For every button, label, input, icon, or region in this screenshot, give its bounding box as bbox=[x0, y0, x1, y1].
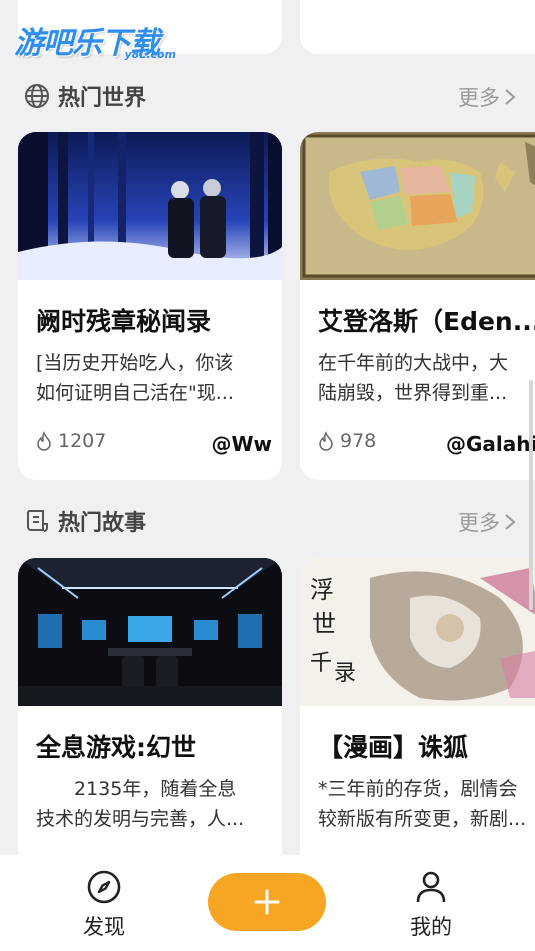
desc-line: 陆崩毁，世界得到重... bbox=[318, 382, 508, 404]
svg-text:浮: 浮 bbox=[310, 576, 334, 604]
heat-count: 978 bbox=[318, 430, 376, 452]
user-icon bbox=[416, 871, 446, 903]
card-title: 全息游戏:幻世 bbox=[36, 733, 196, 762]
card-description: 2135年，随着全息 技术的发明与完善，人... bbox=[36, 774, 266, 834]
more-worlds-link[interactable]: 更多 bbox=[458, 82, 516, 112]
tab-label: 我的 bbox=[410, 915, 452, 939]
more-label: 更多 bbox=[458, 511, 500, 535]
card-description: [当历史开始吃人，你该 如何证明自己活在"现... bbox=[36, 348, 266, 408]
tab-mine[interactable]: 我的 bbox=[391, 869, 471, 941]
compass-icon bbox=[87, 870, 121, 904]
card-description: *三年前的存货，剧情会 较新版有所变更，新剧... bbox=[318, 774, 535, 834]
section-title: 热门故事 bbox=[58, 511, 147, 536]
tab-discover[interactable]: 发现 bbox=[64, 869, 144, 941]
scroll-book-icon bbox=[26, 510, 48, 532]
bottom-tab-bar: 发现 我的 bbox=[0, 855, 535, 951]
world-card[interactable]: 艾登洛斯（Eden... 在千年前的大战中，大 陆崩毁，世界得到重... 978… bbox=[300, 132, 535, 480]
desc-line: 2135年，随着全息 bbox=[36, 778, 237, 800]
scifi-room-image bbox=[18, 558, 282, 706]
flame-icon bbox=[37, 431, 51, 451]
heat-value: 1207 bbox=[58, 430, 107, 452]
section-hot-worlds: 热门世界 更多 bbox=[24, 80, 524, 112]
world-card[interactable]: 阙时残章秘闻录 [当历史开始吃人，你该 如何证明自己活在"现... 1207 @… bbox=[18, 132, 282, 480]
chevron-right-icon bbox=[505, 514, 516, 530]
discover-page: 游吧乐下载 y8L.com 热门世界 更多 阙时残章秘闻录 [当历史开始吃人，你… bbox=[0, 0, 535, 951]
logo-sub: y8L.com bbox=[124, 48, 176, 61]
card-title: 艾登洛斯（Eden... bbox=[318, 307, 535, 336]
previous-card-right[interactable] bbox=[300, 0, 535, 54]
card-title: 阙时残章秘闻录 bbox=[36, 307, 212, 336]
snowy-forest-figures-image bbox=[18, 132, 282, 280]
heat-count: 1207 bbox=[36, 430, 106, 452]
desc-line: 如何证明自己活在"现... bbox=[36, 382, 234, 404]
author-handle[interactable]: @Ww bbox=[211, 432, 272, 456]
more-label: 更多 bbox=[458, 86, 500, 110]
watermark-logo: 游吧乐下载 y8L.com bbox=[14, 18, 184, 64]
globe-icon bbox=[25, 84, 49, 108]
desc-line: [当历史开始吃人，你该 bbox=[36, 352, 234, 374]
scrollbar-thumb[interactable] bbox=[529, 380, 533, 610]
fantasy-map-image bbox=[300, 132, 535, 280]
author-handle[interactable]: @Galahir bbox=[446, 432, 535, 456]
card-meta: 978 @Galahir bbox=[318, 430, 535, 458]
svg-text:世: 世 bbox=[312, 610, 336, 638]
heat-value: 978 bbox=[340, 430, 377, 452]
desc-line: 在千年前的大战中，大 bbox=[318, 352, 509, 374]
section-title: 热门世界 bbox=[58, 86, 147, 111]
section-hot-stories: 热门故事 更多 bbox=[24, 505, 524, 537]
tab-label: 发现 bbox=[83, 915, 125, 939]
card-meta: 1207 @Ww bbox=[36, 430, 272, 458]
story-card[interactable]: 全息游戏:幻世 2135年，随着全息 技术的发明与完善，人... bbox=[18, 558, 282, 878]
card-title: 【漫画】诛狐 bbox=[318, 733, 469, 762]
svg-text:千: 千 bbox=[310, 651, 332, 676]
chevron-right-icon bbox=[505, 89, 516, 105]
flame-icon bbox=[319, 431, 333, 451]
desc-line: *三年前的存货，剧情会 bbox=[318, 778, 518, 800]
more-stories-link[interactable]: 更多 bbox=[458, 507, 516, 537]
plus-icon bbox=[254, 889, 280, 915]
story-card[interactable]: 浮 世 千 录 【漫画】诛狐 *三年前的存货，剧情会 较新版有所变更，新剧... bbox=[300, 558, 535, 878]
svg-text:录: 录 bbox=[334, 661, 356, 686]
add-button[interactable] bbox=[208, 873, 326, 931]
fox-manga-image: 浮 世 千 录 bbox=[300, 558, 535, 706]
card-description: 在千年前的大战中，大 陆崩毁，世界得到重... bbox=[318, 348, 535, 408]
desc-line: 技术的发明与完善，人... bbox=[36, 808, 245, 830]
desc-line: 较新版有所变更，新剧... bbox=[318, 808, 527, 830]
